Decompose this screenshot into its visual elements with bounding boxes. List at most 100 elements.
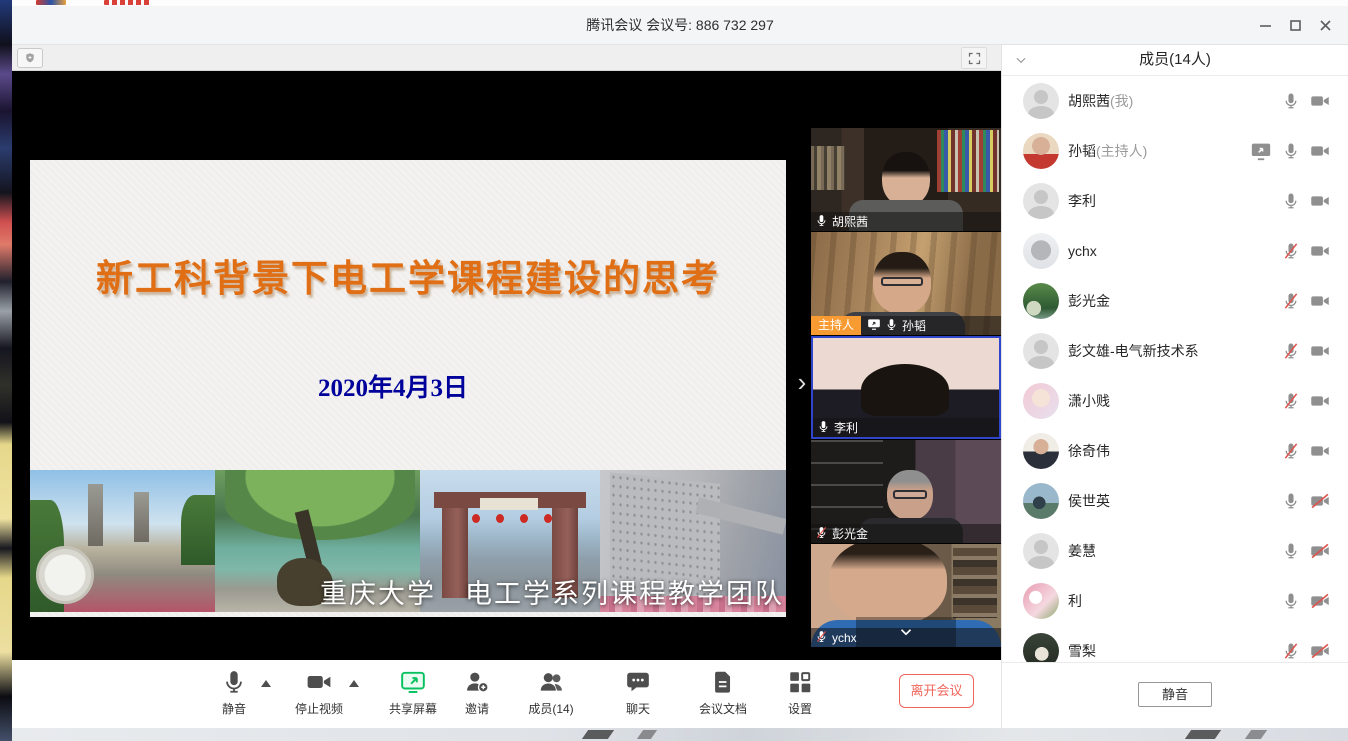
- camera-options-caret[interactable]: [349, 680, 359, 687]
- camera-off-icon: [1310, 541, 1330, 561]
- avatar: [1023, 333, 1059, 369]
- video-name-bar: 李利: [813, 418, 999, 437]
- avatar: [1023, 383, 1059, 419]
- member-status-icons: [1282, 476, 1330, 526]
- mic-on-icon: [1282, 142, 1300, 160]
- video-tile[interactable]: 胡熙茜: [811, 128, 1001, 231]
- member-row[interactable]: 孙韬(主持人): [1002, 126, 1348, 176]
- toolbar-button-label: 成员(14): [528, 700, 573, 717]
- participant-name: 孙韬: [902, 317, 926, 334]
- member-row[interactable]: ychx: [1002, 226, 1348, 276]
- share-screen-icon: [400, 668, 426, 696]
- member-row[interactable]: 彭文雄-电气新技术系: [1002, 326, 1348, 376]
- camera-on-icon: [1310, 341, 1330, 361]
- member-status-icons: [1282, 276, 1330, 326]
- member-row[interactable]: 潇小贱: [1002, 376, 1348, 426]
- member-name: 侯世英: [1068, 476, 1110, 526]
- glasses: [881, 277, 923, 286]
- chat-icon: [625, 668, 651, 696]
- camera-on-icon: [1310, 391, 1330, 411]
- member-row[interactable]: 徐奇伟: [1002, 426, 1348, 476]
- participant-name: 胡熙茜: [832, 213, 868, 230]
- desktop-edge-sliver: [0, 0, 12, 741]
- member-row[interactable]: 胡熙茜(我): [1002, 76, 1348, 126]
- mic-options-caret[interactable]: [261, 680, 271, 687]
- members-list: 胡熙茜(我) 孙韬(主持人) 李利 ychx: [1002, 76, 1348, 662]
- toolbar-button-invite[interactable]: 邀请: [464, 668, 490, 717]
- member-status-icons: [1282, 176, 1330, 226]
- video-tile[interactable]: 彭光金: [811, 440, 1001, 543]
- camera-on-icon: [1310, 91, 1330, 111]
- mic-icon: [221, 668, 247, 696]
- mic-on-icon: [1282, 542, 1300, 560]
- avatar: [1023, 83, 1059, 119]
- mic-muted-icon: [1282, 292, 1300, 310]
- camera-icon: [306, 668, 332, 696]
- video-tile[interactable]: ychx: [811, 544, 1001, 647]
- toolbar-button-chat[interactable]: 聊天: [625, 668, 651, 717]
- member-row[interactable]: 侯世英: [1002, 476, 1348, 526]
- toolbar-button-settings[interactable]: 设置: [787, 668, 813, 717]
- fullscreen-icon[interactable]: [961, 47, 987, 69]
- leave-meeting-button[interactable]: 离开会议: [899, 674, 974, 708]
- mute-all-button[interactable]: 静音: [1138, 682, 1212, 707]
- members-count-title: 成员(14人): [1002, 45, 1348, 75]
- invite-icon: [464, 668, 490, 696]
- camera-on-icon: [1310, 141, 1330, 161]
- collapse-videos-chevron[interactable]: [856, 617, 956, 647]
- toolbar-button-label: 共享屏幕: [389, 700, 437, 717]
- avatar: [1023, 583, 1059, 619]
- toolbar-button-label: 会议文档: [699, 700, 747, 717]
- toolbar-button-members[interactable]: 成员(14): [528, 668, 573, 717]
- window-controls: [1250, 6, 1340, 45]
- desktop-bottom-sliver: [12, 728, 1348, 741]
- minimize-button[interactable]: [1250, 11, 1280, 41]
- member-status-icons: [1282, 576, 1330, 626]
- member-row[interactable]: 姜慧: [1002, 526, 1348, 576]
- mic-on-icon: [1282, 492, 1300, 510]
- member-name: 雪梨: [1068, 626, 1096, 662]
- person-silhouette: [861, 364, 949, 416]
- member-row[interactable]: 雪梨: [1002, 626, 1348, 662]
- close-button[interactable]: [1310, 11, 1340, 41]
- toolbar-button-label: 静音: [222, 700, 246, 717]
- video-panel-collapse-arrow[interactable]: ›: [791, 365, 813, 399]
- avatar: [1023, 133, 1059, 169]
- screen-sharing-icon: [1250, 140, 1272, 162]
- video-tile-selected[interactable]: 李利: [811, 336, 1001, 439]
- member-status-icons: [1250, 126, 1330, 176]
- camera-off-icon: [1310, 641, 1330, 661]
- camera-on-icon: [1310, 441, 1330, 461]
- member-row[interactable]: 利: [1002, 576, 1348, 626]
- avatar: [1023, 633, 1059, 662]
- member-status-icons: [1282, 226, 1330, 276]
- toolbar-button-stop-video[interactable]: 停止视频: [295, 668, 343, 717]
- wallpaper-mark: [1185, 730, 1221, 739]
- toolbar-button-share-screen[interactable]: 共享屏幕: [389, 668, 437, 717]
- member-row[interactable]: 彭光金: [1002, 276, 1348, 326]
- toolbar-button-mute[interactable]: 静音: [221, 668, 247, 717]
- mic-muted-icon: [1282, 392, 1300, 410]
- video-tile[interactable]: 主持人 孙韬: [811, 232, 1001, 335]
- toolbar-button-docs[interactable]: 会议文档: [699, 668, 747, 717]
- toolbar-button-label: 设置: [788, 700, 812, 717]
- video-name-bar: 主持人 孙韬: [811, 316, 1001, 335]
- shield-icon[interactable]: [17, 48, 43, 68]
- desktop-icon-fragment: [36, 0, 66, 5]
- presentation-slide: 新工科背景下电工学课程建设的思考 2020年4月3日: [30, 160, 786, 617]
- member-name: 利: [1068, 576, 1082, 626]
- desktop-text-fragment: [104, 0, 150, 5]
- screen-sharing-icon: [867, 317, 881, 334]
- member-name: ychx: [1068, 226, 1097, 276]
- member-name: 徐奇伟: [1068, 426, 1110, 476]
- members-icon: [538, 668, 564, 696]
- camera-on-icon: [1310, 291, 1330, 311]
- member-row[interactable]: 李利: [1002, 176, 1348, 226]
- maximize-button[interactable]: [1280, 11, 1310, 41]
- title-bar[interactable]: 腾讯会议 会议号: 886 732 297: [12, 6, 1348, 45]
- member-name: 彭光金: [1068, 276, 1110, 326]
- mic-muted-icon: [815, 630, 828, 646]
- member-status-icons: [1282, 376, 1330, 426]
- toolbar-button-label: 聊天: [626, 700, 650, 717]
- avatar: [1023, 533, 1059, 569]
